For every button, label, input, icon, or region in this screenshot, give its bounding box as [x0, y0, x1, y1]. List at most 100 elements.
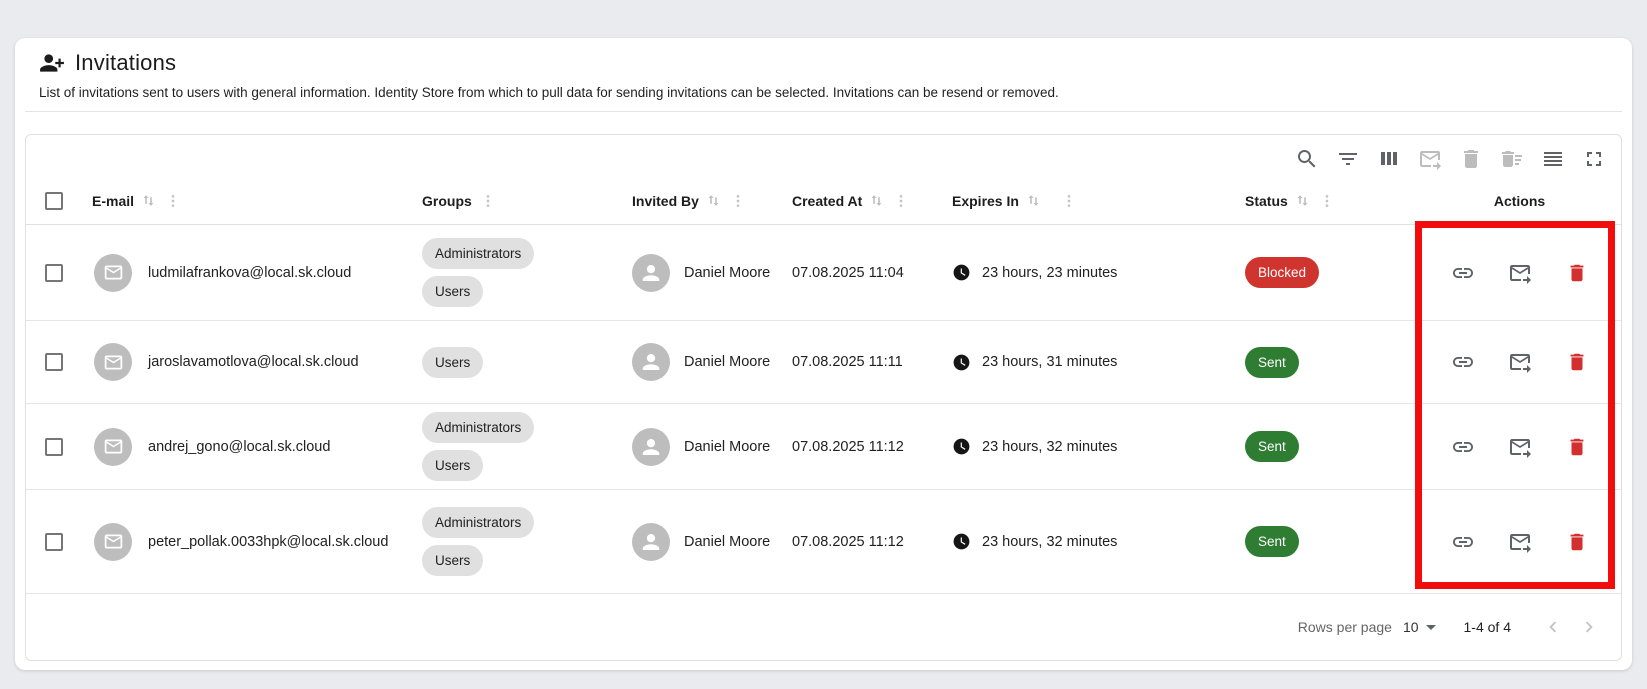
link-icon	[1451, 530, 1475, 554]
trash-icon	[1566, 262, 1588, 284]
person-add-icon	[39, 50, 65, 76]
column-header-email: E-mail	[92, 193, 134, 209]
delete-invitation-button[interactable]	[1564, 349, 1590, 375]
column-menu-icon[interactable]	[730, 193, 746, 209]
trash-icon	[1566, 436, 1588, 458]
column-menu-icon[interactable]	[165, 193, 181, 209]
table-header-row: E-mail Groups Invited By Created At Expi…	[26, 177, 1621, 225]
person-icon	[638, 349, 664, 375]
mail-icon	[103, 531, 124, 552]
column-header-status: Status	[1245, 193, 1288, 209]
status-badge: Sent	[1245, 526, 1299, 557]
email-text: andrej_gono@local.sk.cloud	[148, 439, 330, 455]
group-chips: AdministratorsUsers	[422, 507, 534, 576]
email-text: jaroslavamotlova@local.sk.cloud	[148, 354, 359, 370]
column-menu-icon[interactable]	[480, 193, 496, 209]
column-menu-icon[interactable]	[893, 193, 909, 209]
email-avatar	[94, 428, 132, 466]
copy-link-button[interactable]	[1450, 434, 1476, 460]
page-title: Invitations	[75, 50, 176, 76]
card-header: Invitations List of invitations sent to …	[15, 38, 1632, 100]
group-chips: Users	[422, 347, 483, 378]
sort-icon[interactable]	[1294, 192, 1311, 209]
filter-icon[interactable]	[1336, 147, 1360, 171]
table-footer: Rows per page 10 1-4 of 4	[26, 594, 1621, 660]
link-icon	[1451, 435, 1475, 459]
row-checkbox[interactable]	[45, 264, 63, 282]
row-checkbox[interactable]	[45, 438, 63, 456]
invited-by-text: Daniel Moore	[684, 265, 770, 281]
group-chips: AdministratorsUsers	[422, 412, 534, 481]
table-body: ludmilafrankova@local.sk.cloud Administr…	[26, 225, 1621, 594]
column-header-groups: Groups	[422, 193, 472, 209]
invitations-card: Invitations List of invitations sent to …	[15, 38, 1632, 670]
chevron-down-icon	[1426, 625, 1436, 630]
rows-per-page-select[interactable]: 10	[1403, 619, 1436, 635]
sort-icon[interactable]	[1025, 192, 1053, 209]
invited-by-text: Daniel Moore	[684, 534, 770, 550]
table-row: jaroslavamotlova@local.sk.cloud Users Da…	[26, 321, 1621, 404]
group-chip: Users	[422, 276, 483, 307]
group-chip: Administrators	[422, 238, 534, 269]
user-avatar	[632, 343, 670, 381]
resend-invitation-button[interactable]	[1507, 529, 1533, 555]
resend-invitation-button[interactable]	[1507, 260, 1533, 286]
group-chip: Users	[422, 545, 483, 576]
table-row: andrej_gono@local.sk.cloud Administrator…	[26, 404, 1621, 490]
sort-icon[interactable]	[705, 192, 722, 209]
email-avatar	[94, 254, 132, 292]
email-text: peter_pollak.0033hpk@local.sk.cloud	[148, 534, 388, 550]
column-menu-icon[interactable]	[1319, 193, 1335, 209]
resend-mail-icon	[1508, 530, 1532, 554]
user-avatar	[632, 523, 670, 561]
delete-sweep-icon	[1500, 147, 1524, 171]
next-page-button[interactable]	[1575, 613, 1603, 641]
resend-invitation-button[interactable]	[1507, 434, 1533, 460]
person-icon	[638, 260, 664, 286]
search-icon[interactable]	[1295, 147, 1319, 171]
fullscreen-icon[interactable]	[1582, 147, 1606, 171]
column-header-actions: Actions	[1494, 193, 1545, 209]
expires-in-text: 23 hours, 23 minutes	[982, 265, 1117, 281]
status-badge: Blocked	[1245, 257, 1319, 288]
table-row: ludmilafrankova@local.sk.cloud Administr…	[26, 225, 1621, 321]
delete-selected-icon	[1459, 147, 1483, 171]
sort-icon[interactable]	[868, 192, 885, 209]
table-toolbar	[26, 135, 1621, 177]
delete-invitation-button[interactable]	[1564, 529, 1590, 555]
resend-mail-icon	[1508, 435, 1532, 459]
page-description: List of invitations sent to users with g…	[39, 85, 1608, 100]
invited-by-text: Daniel Moore	[684, 439, 770, 455]
group-chips: Administrators Users	[422, 238, 534, 307]
row-checkbox[interactable]	[45, 533, 63, 551]
created-at-text: 07.08.2025 11:04	[792, 265, 904, 281]
previous-page-button[interactable]	[1539, 613, 1567, 641]
group-chip: Administrators	[422, 412, 534, 443]
copy-link-button[interactable]	[1450, 529, 1476, 555]
delete-invitation-button[interactable]	[1564, 434, 1590, 460]
resend-invitation-button[interactable]	[1507, 349, 1533, 375]
email-avatar	[94, 523, 132, 561]
expires-in-text: 23 hours, 31 minutes	[982, 354, 1117, 370]
person-icon	[638, 434, 664, 460]
resend-selected-icon	[1418, 147, 1442, 171]
column-menu-icon[interactable]	[1061, 193, 1088, 209]
clock-icon	[952, 263, 971, 282]
columns-icon[interactable]	[1377, 147, 1401, 171]
link-icon	[1451, 350, 1475, 374]
sort-icon[interactable]	[140, 192, 157, 209]
copy-link-button[interactable]	[1450, 260, 1476, 286]
select-all-checkbox[interactable]	[45, 192, 63, 210]
clock-icon	[952, 437, 971, 456]
delete-invitation-button[interactable]	[1564, 260, 1590, 286]
clock-icon	[952, 532, 971, 551]
resend-mail-icon	[1508, 261, 1532, 285]
density-icon[interactable]	[1541, 147, 1565, 171]
group-chip: Users	[422, 347, 483, 378]
copy-link-button[interactable]	[1450, 349, 1476, 375]
row-checkbox[interactable]	[45, 353, 63, 371]
mail-icon	[103, 352, 124, 373]
rows-per-page-value: 10	[1403, 619, 1419, 635]
column-header-created-at: Created At	[792, 193, 862, 209]
email-text: ludmilafrankova@local.sk.cloud	[148, 265, 351, 281]
